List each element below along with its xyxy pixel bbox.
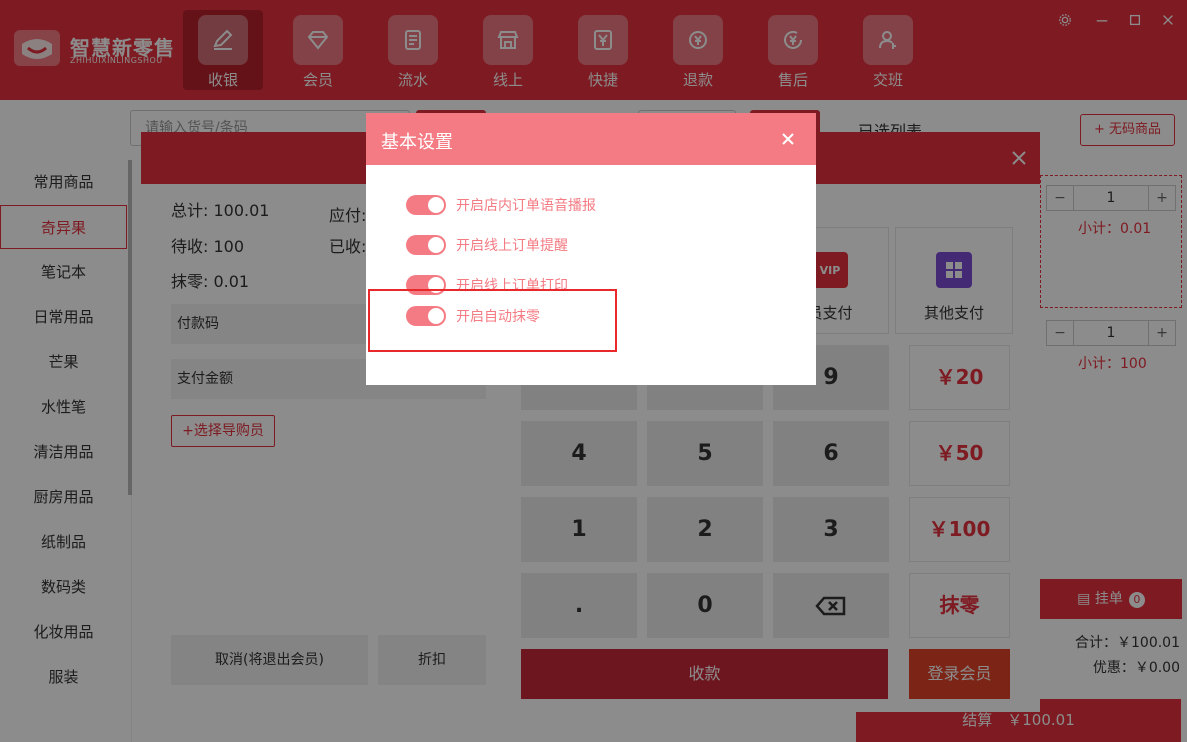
pos-app: 智慧新零售 ZHIHUIXINLINGSHOU 收银 会员 流水 线上 快捷 退… xyxy=(0,0,1187,742)
toggle-switch[interactable] xyxy=(406,235,446,255)
settings-modal-title: 基本设置 xyxy=(381,132,453,153)
toggle-label: 开启线上订单提醒 xyxy=(456,238,568,254)
close-icon[interactable] xyxy=(778,129,798,149)
toggle-label: 开启店内订单语音播报 xyxy=(456,198,596,214)
toggle-voice-broadcast[interactable]: 开启店内订单语音播报 xyxy=(406,193,596,217)
highlight-box xyxy=(368,289,617,352)
toggle-online-reminder[interactable]: 开启线上订单提醒 xyxy=(406,233,568,257)
toggle-switch[interactable] xyxy=(406,195,446,215)
